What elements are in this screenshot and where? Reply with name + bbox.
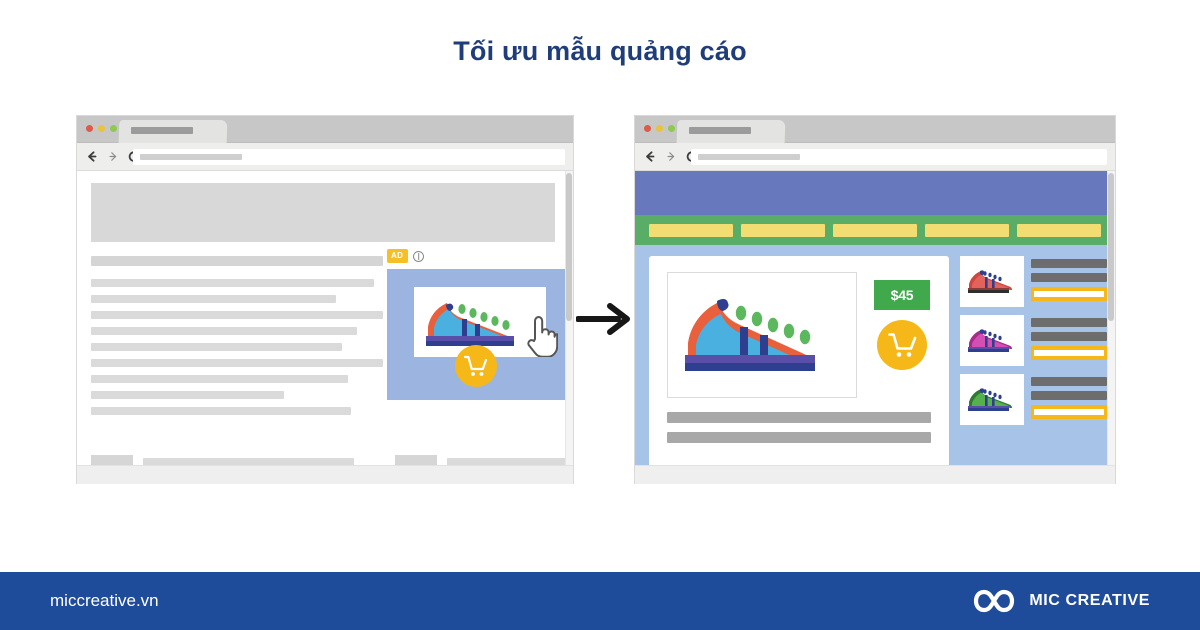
article-line [91,375,348,383]
shop-navigation-bar [635,215,1115,245]
ad-disclosure-row: AD [387,249,573,263]
close-dot-icon[interactable] [644,125,651,132]
ad-creative-panel[interactable] [387,269,573,400]
shopping-cart-icon [887,333,916,357]
brand-name: MIC CREATIVE [1029,592,1150,609]
right-address-bar[interactable] [691,149,1107,165]
illustration-stage: AD $45 [0,112,1200,492]
article-line [91,311,383,319]
related-products-rail [960,256,1107,484]
right-browser-tabbar [635,116,1115,143]
left-browser-tabbar [77,116,573,143]
related-product-thumbnail[interactable] [960,315,1024,366]
left-address-bar[interactable] [133,149,565,165]
left-browser-navbar [77,143,573,171]
forward-arrow-icon[interactable] [664,149,678,164]
related-product-buy-button[interactable] [1031,287,1107,301]
brand-lockup: MIC CREATIVE [971,588,1150,614]
hand-cursor-icon [527,316,558,357]
close-dot-icon[interactable] [86,125,93,132]
shoe-magenta-icon [968,328,1012,352]
info-icon[interactable] [413,250,425,262]
shop-nav-item[interactable] [741,223,825,237]
right-window-footer [635,465,1115,484]
product-description [667,412,931,452]
shopping-cart-icon [464,355,488,376]
display-ad-unit[interactable]: AD [387,249,573,400]
shop-nav-item[interactable] [833,223,917,237]
ad-badge: AD [387,249,409,263]
product-detail-card: $45 [649,256,949,484]
left-page-viewport: AD [77,171,573,484]
price-badge: $45 [874,280,930,310]
article-line [91,279,375,287]
left-tab-title-placeholder [131,127,193,134]
minimize-dot-icon[interactable] [656,125,663,132]
right-traffic-lights [644,125,675,132]
left-browser-window: AD [76,115,574,484]
related-product-meta [1031,315,1107,360]
article-line [91,295,337,303]
list-item[interactable] [960,256,1107,307]
shoe-blue-icon [685,298,815,371]
related-product-title-bar [1031,259,1107,268]
related-product-thumbnail[interactable] [960,256,1024,307]
left-scrollbar-thumb[interactable] [566,173,572,321]
footer-website-url[interactable]: miccreative.vn [50,591,159,611]
right-tab-title-placeholder [689,127,751,134]
product-image-frame [667,272,857,398]
maximize-dot-icon[interactable] [110,125,117,132]
article-heading-placeholder [91,256,383,266]
mic-infinity-logo-icon [974,589,1015,613]
shop-header-banner [635,171,1115,215]
article-text-column [91,256,383,423]
right-browser-navbar [635,143,1115,171]
list-item[interactable] [960,374,1107,425]
article-line [91,327,357,335]
related-product-meta [1031,374,1107,419]
article-line [91,343,343,351]
add-to-cart-button[interactable] [877,320,927,370]
left-traffic-lights [86,125,117,132]
shop-nav-item[interactable] [649,223,733,237]
related-product-thumbnail[interactable] [960,374,1024,425]
footer-bar: miccreative.vn MIC CREATIVE [0,572,1200,630]
related-product-subtitle-bar [1031,391,1107,400]
related-product-buy-button[interactable] [1031,346,1107,360]
back-arrow-icon[interactable] [85,149,99,164]
related-product-meta [1031,256,1107,301]
right-scrollbar-track[interactable] [1107,171,1115,484]
related-product-buy-button[interactable] [1031,405,1107,419]
right-page-viewport: $45 [635,171,1115,484]
left-scrollbar-track[interactable] [565,171,573,484]
article-line [91,407,351,415]
shoe-blue-icon [426,303,514,346]
shop-nav-item[interactable] [925,223,1009,237]
arrow-right-icon [576,303,630,335]
related-product-title-bar [1031,377,1107,386]
article-line [91,391,284,399]
hero-image-placeholder [91,183,555,242]
page-title: Tối ưu mẫu quảng cáo [453,36,747,66]
forward-arrow-icon[interactable] [106,149,120,164]
product-description-line [667,432,931,443]
related-product-subtitle-bar [1031,273,1107,282]
shop-body: $45 [635,245,1115,484]
related-product-subtitle-bar [1031,332,1107,341]
maximize-dot-icon[interactable] [668,125,675,132]
related-product-title-bar [1031,318,1107,327]
left-window-footer [77,465,573,484]
right-scrollbar-thumb[interactable] [1108,173,1114,321]
shop-nav-item[interactable] [1017,223,1101,237]
article-line [91,359,383,367]
shoe-red-icon [968,269,1012,293]
back-arrow-icon[interactable] [643,149,657,164]
product-description-line [667,412,931,423]
left-page-content: AD [91,183,573,484]
add-to-cart-badge[interactable] [455,345,497,387]
minimize-dot-icon[interactable] [98,125,105,132]
right-browser-window: $45 [634,115,1116,484]
list-item[interactable] [960,315,1107,366]
shoe-green-icon [968,387,1012,411]
